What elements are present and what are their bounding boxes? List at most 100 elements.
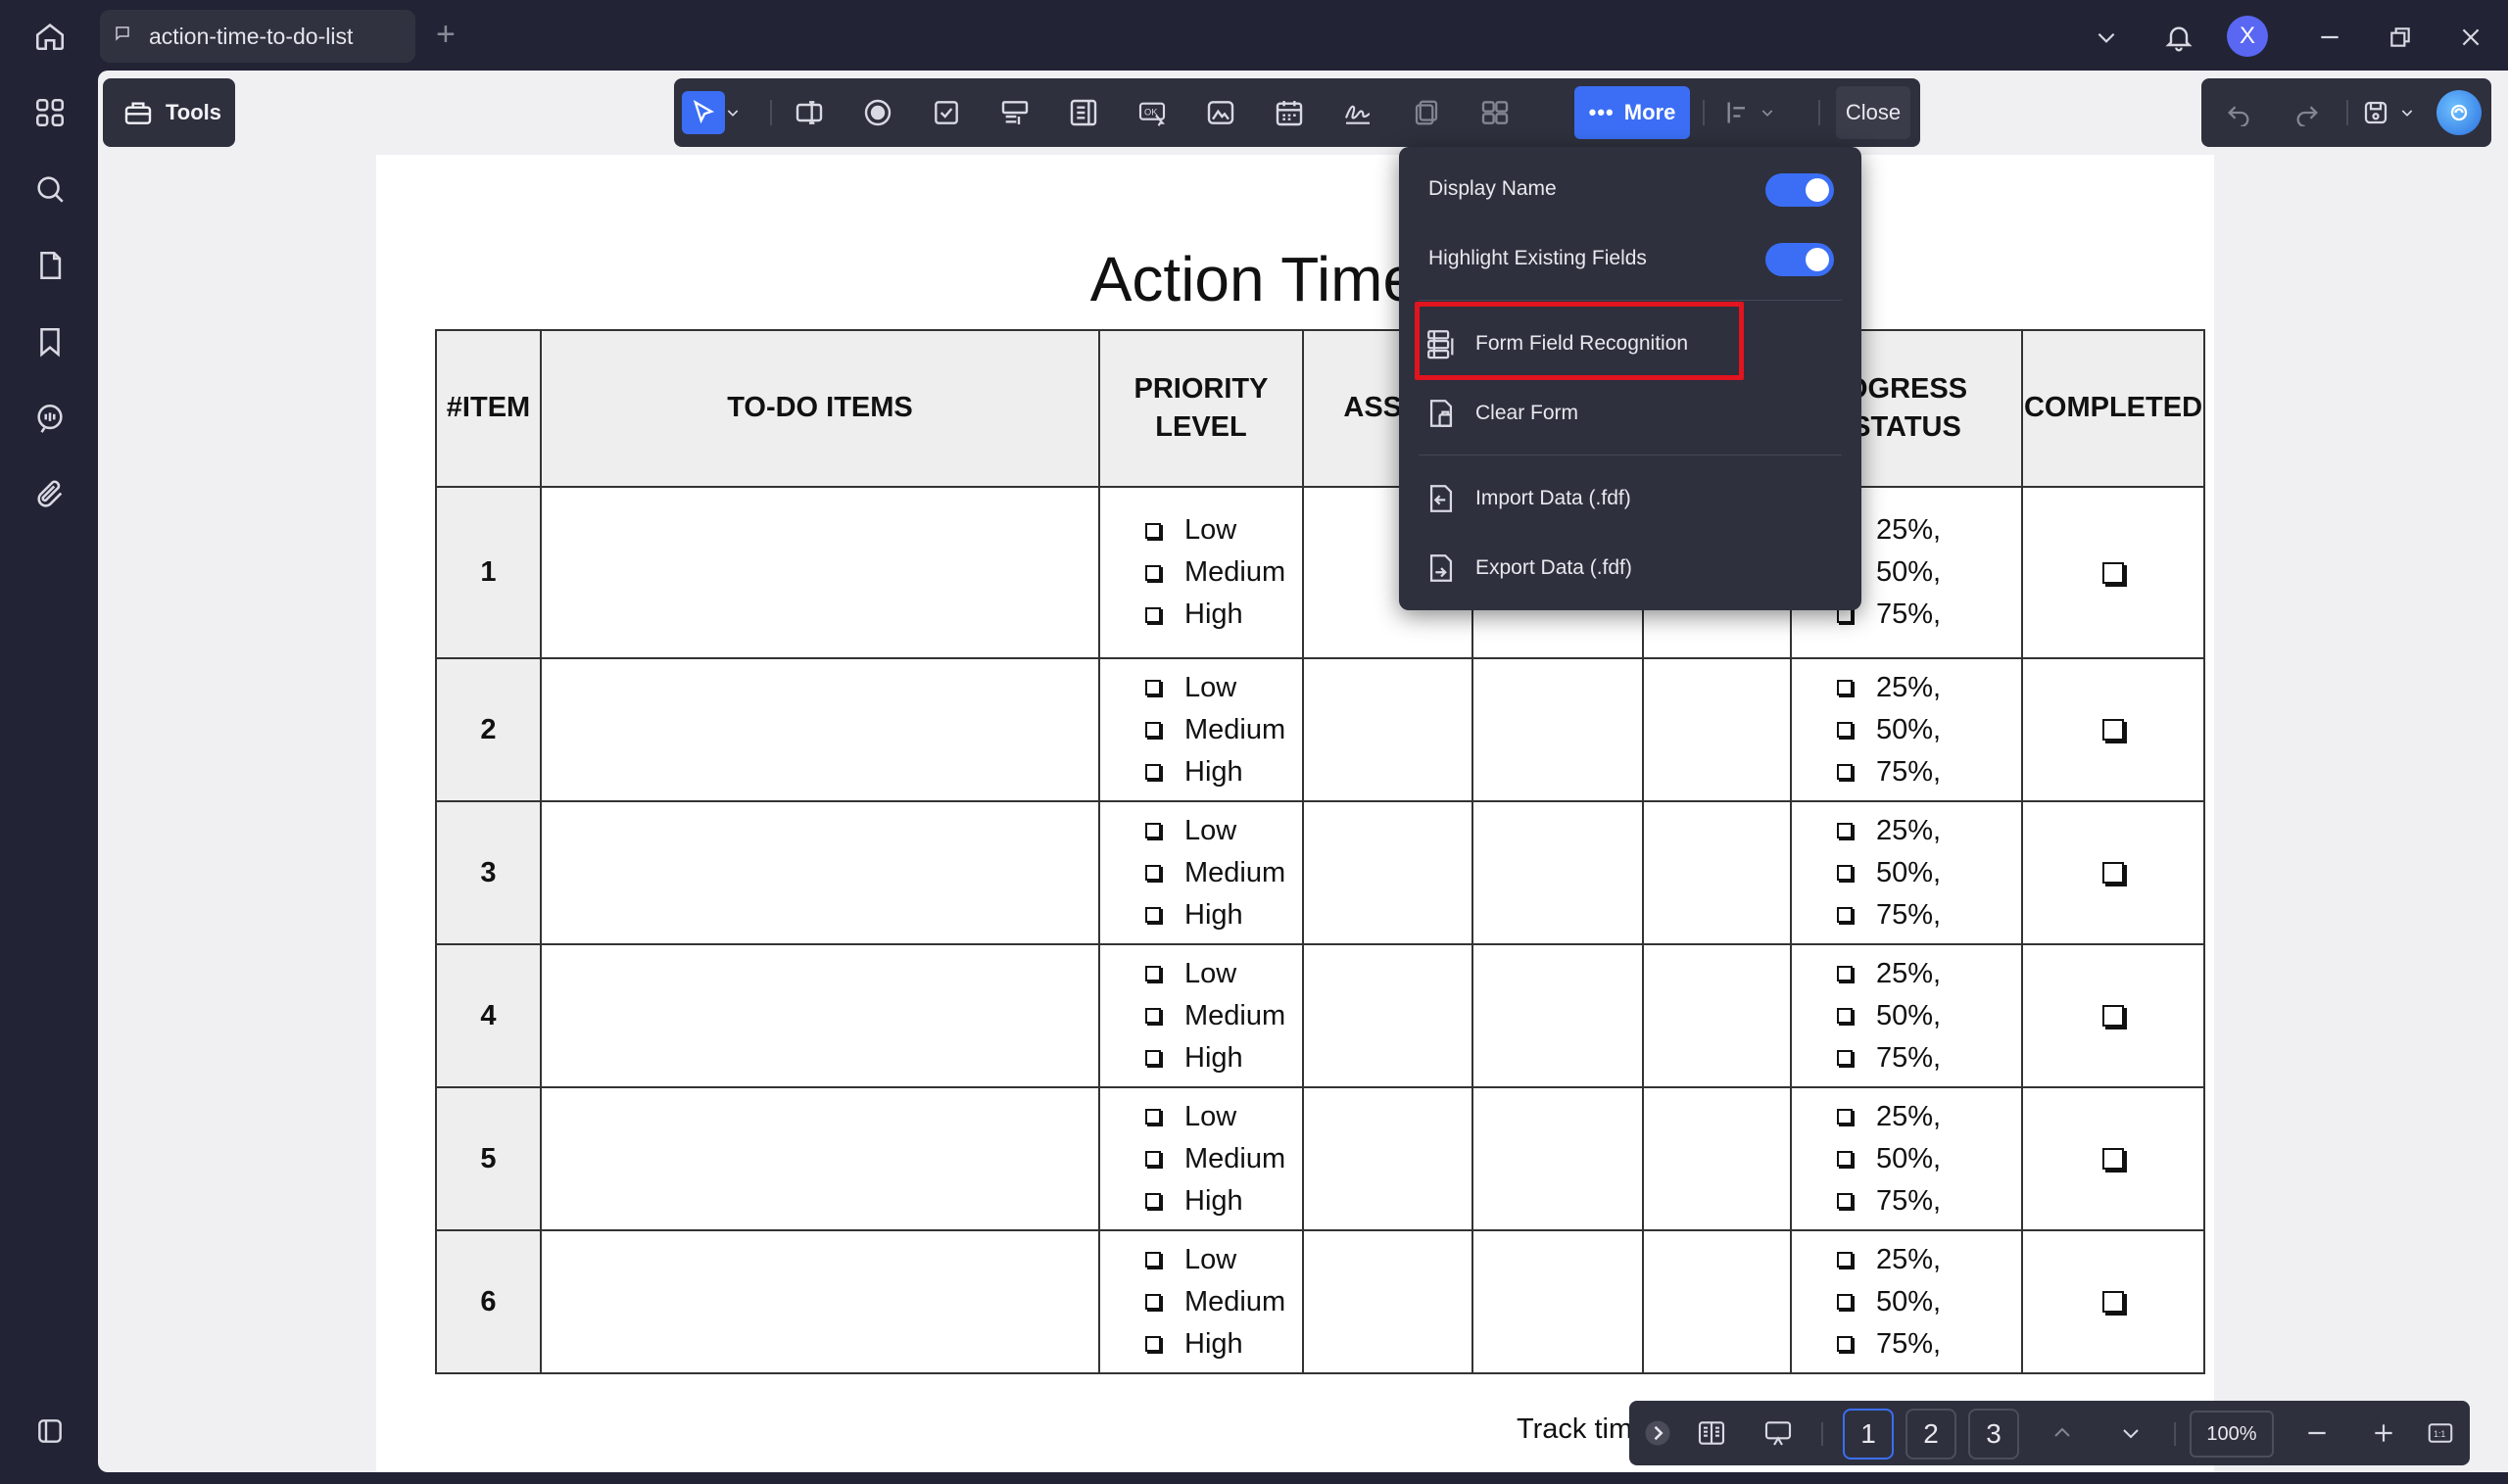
actual-size-icon[interactable]: 1:1 <box>2419 1412 2462 1455</box>
button-field-icon[interactable]: OK <box>1131 91 1174 134</box>
priority-option[interactable]: Medium <box>1145 709 1302 751</box>
date-field-icon[interactable] <box>1268 91 1311 134</box>
zoom-level[interactable]: 100% <box>2190 1411 2274 1458</box>
menu-export-data[interactable]: Export Data (.fdf) <box>1399 538 1861 598</box>
blank-cell-2[interactable] <box>1642 1086 1792 1231</box>
progress-option[interactable]: 75%, <box>1837 1180 2021 1222</box>
blank-cell-1[interactable] <box>1471 657 1644 802</box>
save-icon[interactable] <box>2354 91 2397 134</box>
priority-option[interactable]: Medium <box>1145 1138 1302 1180</box>
priority-option[interactable]: Low <box>1145 810 1302 852</box>
todo-cell[interactable] <box>540 657 1100 802</box>
align-dropdown-icon[interactable] <box>1756 91 1779 134</box>
checkbox-icon[interactable] <box>1837 722 1853 738</box>
assigned-cell[interactable] <box>1302 1086 1473 1231</box>
checkbox-icon[interactable] <box>1837 1008 1853 1024</box>
radio-button-icon[interactable] <box>856 91 899 134</box>
checkbox-icon[interactable] <box>1837 966 1853 981</box>
checkbox-icon[interactable] <box>1145 1336 1161 1352</box>
image-field-icon[interactable] <box>1199 91 1242 134</box>
blank-cell-2[interactable] <box>1642 1229 1792 1374</box>
blank-cell-1[interactable] <box>1471 800 1644 945</box>
checkbox-icon[interactable] <box>1145 823 1161 838</box>
assigned-cell[interactable] <box>1302 943 1473 1088</box>
select-dropdown-icon[interactable] <box>721 91 745 134</box>
new-tab-icon[interactable]: + <box>436 16 456 54</box>
priority-option[interactable]: High <box>1145 1180 1302 1222</box>
minimize-icon[interactable] <box>2308 16 2351 59</box>
checkbox-icon[interactable] <box>1145 907 1161 923</box>
blank-cell-2[interactable] <box>1642 657 1792 802</box>
next-page-icon[interactable] <box>2109 1412 2152 1455</box>
completed-checkbox-icon[interactable] <box>2102 561 2124 584</box>
checkbox-icon[interactable] <box>1837 1294 1853 1310</box>
checkbox-icon[interactable] <box>1837 764 1853 780</box>
page-3-button[interactable]: 3 <box>1968 1409 2019 1460</box>
progress-option[interactable]: 75%, <box>1837 894 2021 936</box>
progress-option[interactable]: 25%, <box>1837 667 2021 709</box>
priority-option[interactable]: High <box>1145 594 1302 636</box>
progress-option[interactable]: 25%, <box>1837 1096 2021 1138</box>
priority-option[interactable]: High <box>1145 1323 1302 1365</box>
ai-assistant-icon[interactable] <box>2436 90 2482 135</box>
progress-option[interactable]: 25%, <box>1837 953 2021 995</box>
checkbox-icon[interactable] <box>1145 1151 1161 1167</box>
checkbox-icon[interactable] <box>1145 1008 1161 1024</box>
sidebar-toggle-icon[interactable] <box>24 1405 76 1458</box>
checkbox-icon[interactable] <box>1145 1252 1161 1268</box>
checkbox-icon[interactable] <box>1145 564 1161 581</box>
priority-option[interactable]: Medium <box>1145 1281 1302 1323</box>
menu-clear-form[interactable]: Clear Form <box>1399 383 1861 444</box>
priority-option[interactable]: Medium <box>1145 995 1302 1037</box>
progress-option[interactable]: 75%, <box>1837 1037 2021 1079</box>
checkbox-icon[interactable] <box>1837 1336 1853 1352</box>
assigned-cell[interactable] <box>1302 1229 1473 1374</box>
completed-checkbox-icon[interactable] <box>2102 1148 2124 1170</box>
checkbox-icon[interactable] <box>1145 764 1161 780</box>
checkbox-icon[interactable] <box>1145 1294 1161 1310</box>
page-2-button[interactable]: 2 <box>1905 1409 1956 1460</box>
checkbox-icon[interactable] <box>1145 1050 1161 1066</box>
search-icon[interactable] <box>24 163 76 215</box>
checkbox-icon[interactable] <box>1145 1193 1161 1209</box>
select-tool-icon[interactable] <box>682 91 725 134</box>
checkbox-icon[interactable] <box>1145 680 1161 695</box>
copy-fields-icon[interactable] <box>1405 91 1448 134</box>
comments-icon[interactable] <box>24 392 76 445</box>
progress-option[interactable]: 50%, <box>1837 1281 2021 1323</box>
checkbox-icon[interactable] <box>1145 1109 1161 1125</box>
priority-option[interactable]: High <box>1145 751 1302 793</box>
previous-page-icon[interactable] <box>2041 1412 2084 1455</box>
assigned-cell[interactable] <box>1302 800 1473 945</box>
assigned-cell[interactable] <box>1302 657 1473 802</box>
completed-checkbox-icon[interactable] <box>2102 1005 2124 1027</box>
checkbox-icon[interactable] <box>925 91 968 134</box>
checkbox-icon[interactable] <box>1837 823 1853 838</box>
undo-icon[interactable] <box>2217 91 2260 134</box>
save-dropdown-icon[interactable] <box>2395 91 2419 134</box>
priority-option[interactable]: Low <box>1145 953 1302 995</box>
blank-cell-2[interactable] <box>1642 943 1792 1088</box>
tools-button[interactable]: Tools <box>103 78 235 147</box>
todo-cell[interactable] <box>540 486 1100 659</box>
progress-option[interactable]: 50%, <box>1837 852 2021 894</box>
priority-option[interactable]: Low <box>1145 667 1302 709</box>
checkbox-icon[interactable] <box>1837 1050 1853 1066</box>
close-window-icon[interactable] <box>2449 16 2492 59</box>
todo-cell[interactable] <box>540 1086 1100 1231</box>
menu-display-name[interactable]: Display Name <box>1399 159 1861 219</box>
priority-option[interactable]: Low <box>1145 1239 1302 1281</box>
blank-cell-1[interactable] <box>1471 1086 1644 1231</box>
completed-checkbox-icon[interactable] <box>2102 719 2124 741</box>
list-box-icon[interactable] <box>1062 91 1105 134</box>
page-1-button[interactable]: 1 <box>1843 1409 1894 1460</box>
bookmark-icon[interactable] <box>24 315 76 368</box>
checkbox-icon[interactable] <box>1837 680 1853 695</box>
expand-arrow-icon[interactable] <box>1643 1412 1672 1455</box>
checkbox-icon[interactable] <box>1145 606 1161 623</box>
priority-option[interactable]: High <box>1145 1037 1302 1079</box>
blank-cell-1[interactable] <box>1471 943 1644 1088</box>
progress-option[interactable]: 25%, <box>1837 810 2021 852</box>
progress-option[interactable]: 25%, <box>1837 509 2021 551</box>
priority-option[interactable]: Medium <box>1145 852 1302 894</box>
